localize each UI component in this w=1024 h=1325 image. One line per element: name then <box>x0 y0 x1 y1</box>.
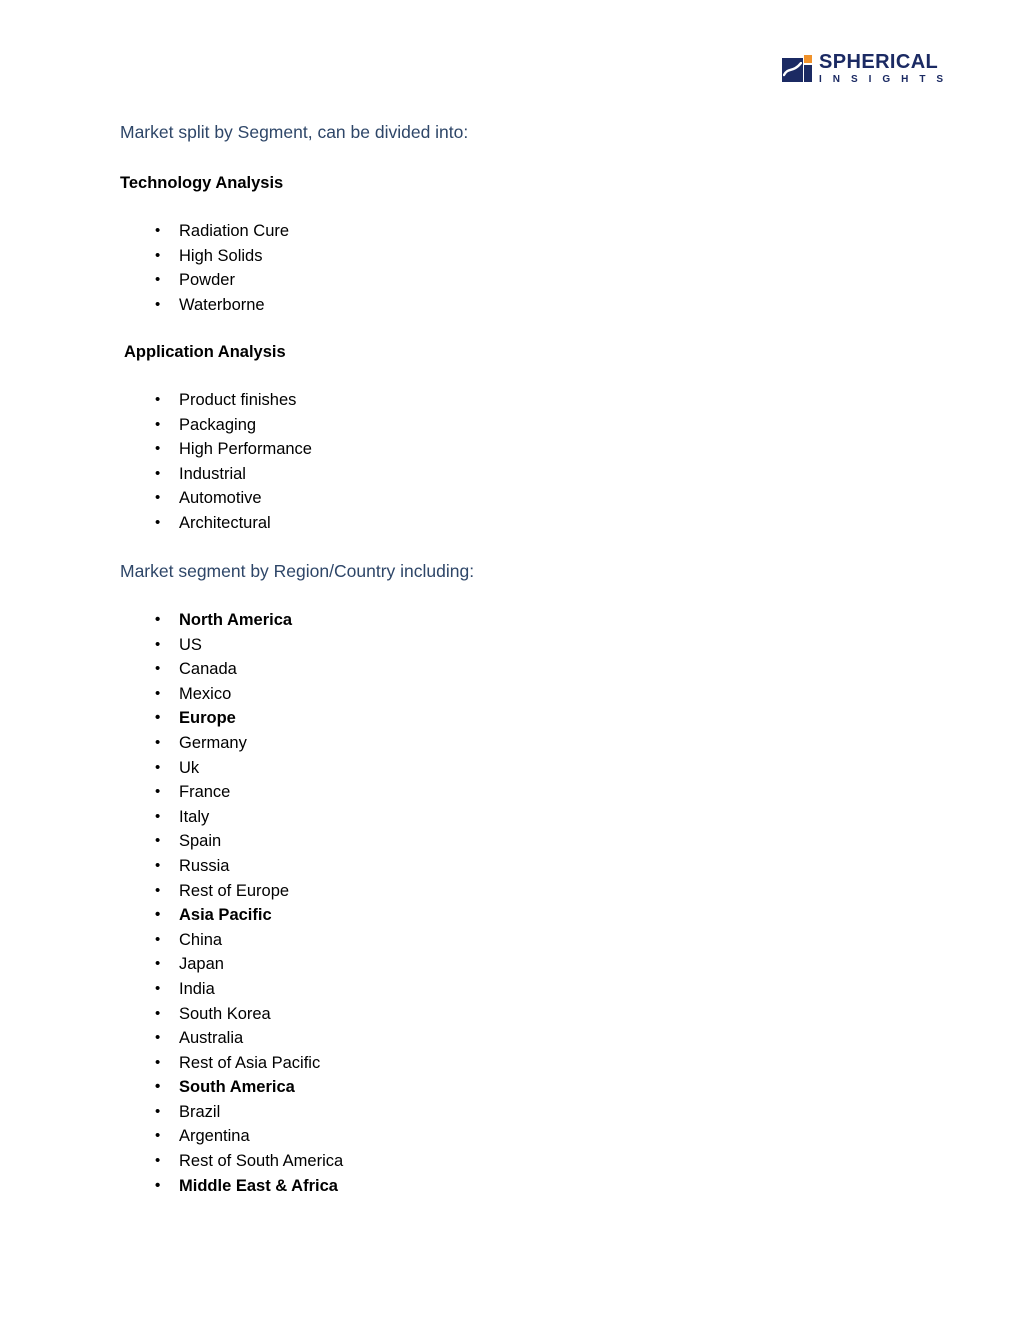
region-country-list: North AmericaUSCanadaMexicoEuropeGermany… <box>120 608 343 1198</box>
list-item: High Performance <box>120 437 312 462</box>
list-item: South America <box>120 1075 343 1100</box>
list-item: Germany <box>120 731 343 756</box>
list-item: Product finishes <box>120 388 312 413</box>
list-item: Japan <box>120 952 343 977</box>
logo-name: SPHERICAL <box>819 51 939 73</box>
list-item: Architectural <box>120 511 312 536</box>
spherical-insights-logo-icon <box>782 55 812 82</box>
list-item: Radiation Cure <box>120 219 289 244</box>
list-item: Mexico <box>120 682 343 707</box>
list-item: South Korea <box>120 1002 343 1027</box>
section-heading-technology-analysis: Technology Analysis <box>120 174 284 192</box>
list-item: US <box>120 633 343 658</box>
list-item: Russia <box>120 854 343 879</box>
logo-navy-bar <box>804 65 812 82</box>
list-item: Rest of Asia Pacific <box>120 1051 343 1076</box>
logo-swoosh-icon <box>783 62 802 77</box>
list-item: France <box>120 780 343 805</box>
list-item: Rest of South America <box>120 1149 343 1174</box>
list-item: Italy <box>120 805 343 830</box>
list-item: Spain <box>120 829 343 854</box>
application-analysis-list: Product finishesPackagingHigh Performanc… <box>120 388 312 536</box>
list-item: Uk <box>120 756 343 781</box>
region-intro-text: Market segment by Region/Country includi… <box>120 561 475 581</box>
list-item: Packaging <box>120 413 312 438</box>
list-item: Europe <box>120 706 343 731</box>
document-page: SPHERICAL I N S I G H T S Market split b… <box>0 0 1024 1325</box>
list-item: Middle East & Africa <box>120 1174 343 1199</box>
list-item: Waterborne <box>120 293 289 318</box>
list-item: High Solids <box>120 244 289 269</box>
list-item: Brazil <box>120 1100 343 1125</box>
list-item: Industrial <box>120 462 312 487</box>
list-item: India <box>120 977 343 1002</box>
segment-intro-text: Market split by Segment, can be divided … <box>120 122 469 142</box>
list-item: Canada <box>120 657 343 682</box>
logo-orange-square <box>804 55 812 63</box>
list-item: Powder <box>120 268 289 293</box>
list-item: Argentina <box>120 1124 343 1149</box>
logo-wordmark: SPHERICAL I N S I G H T S <box>819 52 947 85</box>
list-item: Australia <box>120 1026 343 1051</box>
technology-analysis-list: Radiation CureHigh SolidsPowderWaterborn… <box>120 219 289 317</box>
brand-logo: SPHERICAL I N S I G H T S <box>782 52 947 85</box>
list-item: North America <box>120 608 343 633</box>
list-item: Asia Pacific <box>120 903 343 928</box>
list-item: China <box>120 928 343 953</box>
list-item: Automotive <box>120 486 312 511</box>
list-item: Rest of Europe <box>120 879 343 904</box>
logo-subtitle: I N S I G H T S <box>819 74 948 85</box>
section-heading-application-analysis: Application Analysis <box>124 343 286 361</box>
